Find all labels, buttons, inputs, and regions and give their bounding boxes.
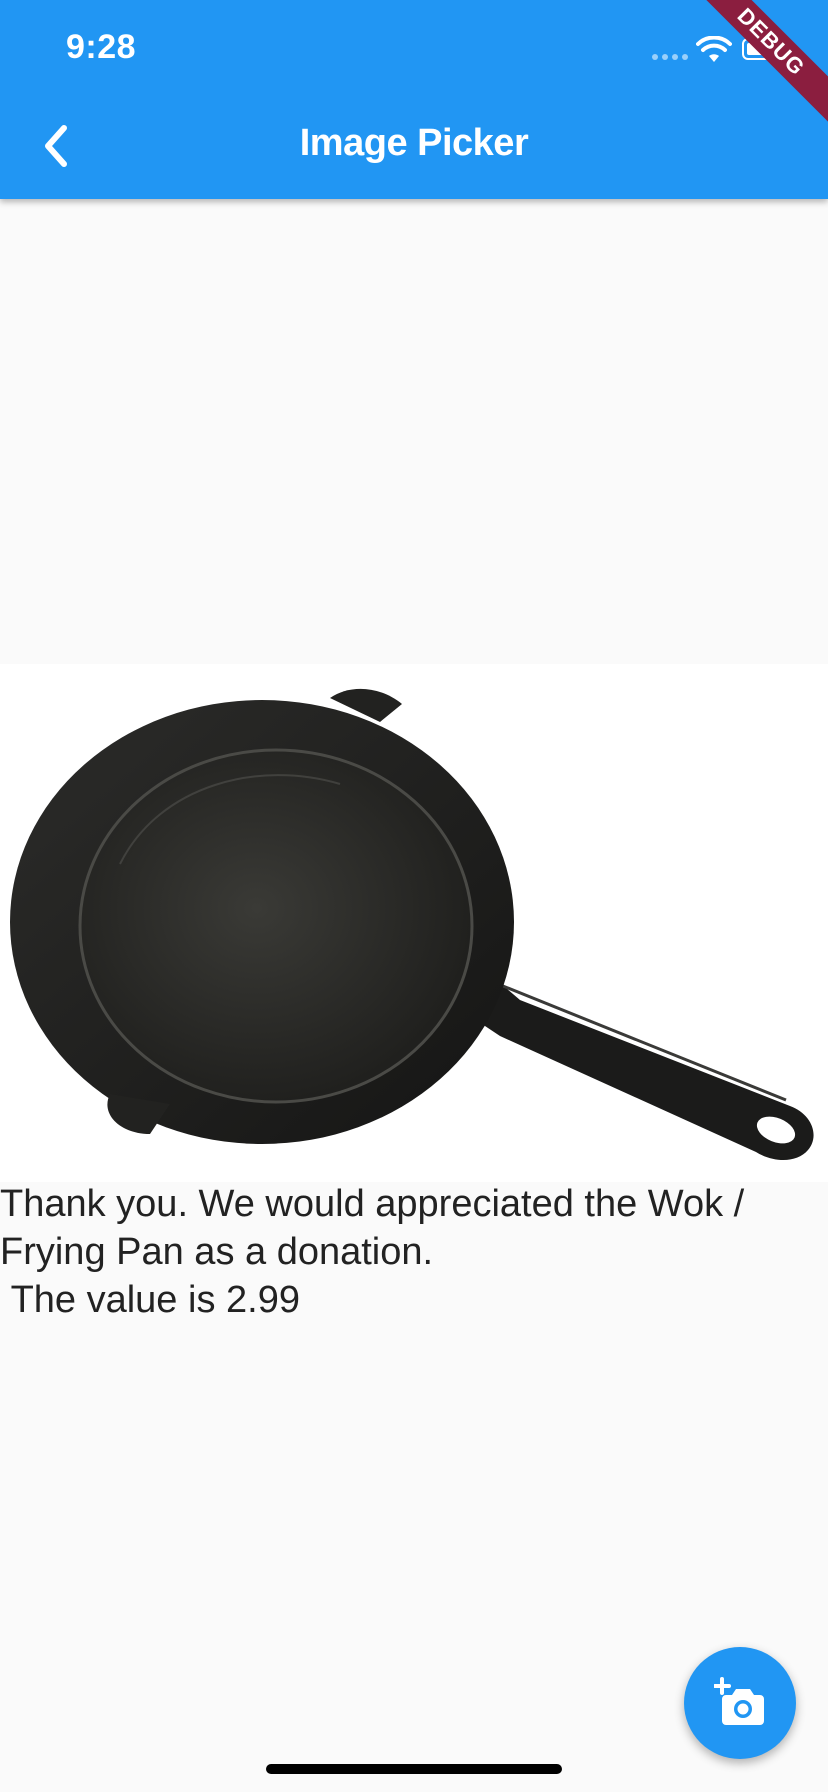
- status-bar-time: 9:28: [66, 28, 137, 66]
- app-bar: 9:28 Image Picker: [0, 0, 828, 199]
- page-title: Image Picker: [299, 122, 529, 164]
- cellular-signal-icon: [652, 54, 688, 60]
- frying-pan-image: [0, 664, 828, 1182]
- home-indicator[interactable]: [266, 1764, 562, 1774]
- wifi-icon: [696, 36, 732, 62]
- add-a-photo-icon: [714, 1677, 764, 1725]
- add-photo-button[interactable]: [684, 1647, 796, 1759]
- donation-message: Thank you. We would appreciated the Wok …: [0, 1183, 745, 1321]
